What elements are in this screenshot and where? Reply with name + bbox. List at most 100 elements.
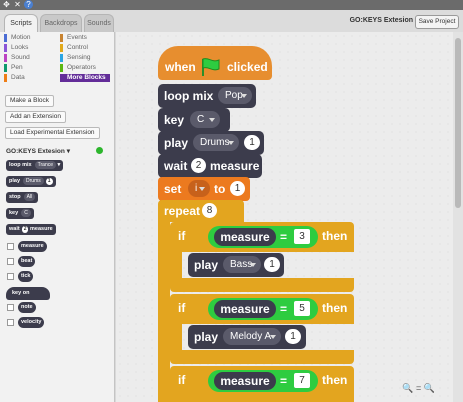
measure-reporter[interactable]: measure bbox=[214, 372, 276, 390]
number-input[interactable]: 1 bbox=[230, 181, 245, 196]
tab-backdrops[interactable]: Backdrops bbox=[40, 14, 82, 32]
wait-measure-block[interactable]: wait 2 measure bbox=[158, 154, 262, 178]
note-checkbox[interactable] bbox=[7, 304, 14, 311]
category-sound[interactable]: Sound bbox=[4, 54, 56, 62]
close-icon[interactable]: ✕ bbox=[13, 0, 22, 10]
zoom-controls: 🔍 = 🔍 bbox=[402, 383, 435, 394]
zoom-in-icon[interactable]: 🔍 bbox=[424, 383, 435, 393]
instrument-dropdown[interactable]: Bass bbox=[223, 256, 261, 273]
instrument-dropdown[interactable]: Drums bbox=[193, 134, 239, 151]
palette-reporter-note[interactable]: note bbox=[18, 302, 36, 313]
category-control[interactable]: Control bbox=[60, 44, 110, 52]
block-label: play bbox=[194, 258, 219, 272]
chevron-down-icon bbox=[209, 118, 215, 122]
set-variable-block[interactable]: set i to 1 bbox=[158, 177, 250, 201]
if-block[interactable]: if measure = 7 then bbox=[170, 366, 354, 402]
instrument-dropdown[interactable]: Drums bbox=[23, 177, 44, 185]
number-input[interactable]: 8 bbox=[202, 203, 217, 218]
if-block[interactable]: if measure = 5 then bbox=[170, 294, 354, 324]
block-label: clicked bbox=[227, 60, 268, 74]
category-motion[interactable]: Motion bbox=[4, 34, 56, 42]
key-dropdown[interactable]: C bbox=[21, 209, 31, 217]
palette-block-play[interactable]: play Drums 1 bbox=[6, 176, 56, 187]
make-block-button[interactable]: Make a Block bbox=[5, 95, 55, 107]
block-label: wait bbox=[164, 159, 188, 173]
save-project-button[interactable]: Save Project bbox=[415, 15, 459, 29]
block-label: when bbox=[165, 60, 196, 74]
play-block[interactable]: play Drums 1 bbox=[158, 131, 264, 155]
category-events[interactable]: Events bbox=[60, 34, 110, 42]
block-palette: Motion Events Looks Control Sound Sensin… bbox=[0, 32, 115, 402]
palette-reporter-beat[interactable]: beat bbox=[18, 256, 36, 267]
key-block[interactable]: key C bbox=[158, 108, 230, 132]
category-sensing[interactable]: Sensing bbox=[60, 54, 110, 62]
instrument-dropdown[interactable]: Melody A bbox=[223, 328, 281, 345]
number-input[interactable]: 1 bbox=[285, 329, 301, 344]
stop-dropdown[interactable]: All bbox=[23, 193, 36, 201]
category-more-blocks[interactable]: More Blocks bbox=[60, 74, 110, 82]
green-flag-icon bbox=[202, 58, 220, 76]
load-experimental-extension-button[interactable]: Load Experimental Extension bbox=[5, 127, 100, 139]
play-block[interactable]: play Bass 1 bbox=[188, 253, 284, 277]
palette-block-loop-mix[interactable]: loop mix Trance ▾ bbox=[6, 160, 64, 171]
mix-dropdown[interactable]: Trance bbox=[34, 161, 57, 169]
tab-sounds[interactable]: Sounds bbox=[84, 14, 114, 32]
number-input[interactable]: 1 bbox=[45, 178, 53, 185]
measure-checkbox[interactable] bbox=[7, 243, 14, 250]
variable-dropdown[interactable]: i bbox=[188, 180, 210, 197]
equals-operator[interactable]: measure = 3 bbox=[208, 226, 318, 248]
vertical-scrollbar[interactable] bbox=[453, 32, 463, 402]
when-flag-clicked-block[interactable]: when clicked bbox=[158, 46, 272, 80]
number-input[interactable]: 2 bbox=[21, 226, 29, 233]
zoom-out-icon[interactable]: 🔍 bbox=[402, 383, 413, 393]
extension-header[interactable]: GO:KEYS Extesion ▾ bbox=[6, 147, 70, 155]
move-icon[interactable]: ✥ bbox=[2, 0, 11, 10]
scratch-editor: ✥ ✕ ? Scripts Backdrops Sounds GO:KEYS E… bbox=[0, 0, 463, 402]
tick-checkbox[interactable] bbox=[7, 273, 14, 280]
number-input[interactable]: 2 bbox=[191, 158, 206, 173]
palette-reporter-measure[interactable]: measure bbox=[18, 241, 47, 252]
scrollbar-thumb[interactable] bbox=[455, 38, 461, 208]
palette-hat-key-on[interactable]: key on bbox=[6, 287, 50, 300]
palette-block-stop[interactable]: stop All bbox=[6, 192, 39, 203]
equals-operator[interactable]: measure = 5 bbox=[208, 298, 318, 320]
beat-checkbox[interactable] bbox=[7, 258, 14, 265]
project-title: GO:KEYS Extesion bbox=[349, 17, 413, 24]
loop-mix-block[interactable]: loop mix Pop bbox=[158, 84, 256, 108]
repeat-block[interactable]: repeat 8 bbox=[158, 200, 244, 222]
block-label: set bbox=[164, 182, 182, 196]
key-dropdown[interactable]: C bbox=[190, 111, 220, 128]
category-data[interactable]: Data bbox=[4, 74, 56, 82]
operator-symbol: = bbox=[280, 302, 288, 316]
if-block[interactable]: if measure = 3 then bbox=[170, 222, 354, 252]
category-pen[interactable]: Pen bbox=[4, 64, 56, 72]
measure-reporter[interactable]: measure bbox=[214, 228, 276, 246]
palette-block-wait[interactable]: wait 2 measure bbox=[6, 224, 56, 235]
number-input[interactable]: 5 bbox=[294, 301, 310, 316]
block-label: then bbox=[322, 229, 348, 243]
chevron-down-icon[interactable]: ▾ bbox=[67, 148, 70, 155]
add-extension-button[interactable]: Add an Extension bbox=[5, 111, 66, 123]
palette-block-key[interactable]: key C bbox=[6, 208, 34, 219]
zoom-reset-icon[interactable]: = bbox=[416, 383, 421, 393]
category-operators[interactable]: Operators bbox=[60, 64, 110, 72]
tab-scripts[interactable]: Scripts bbox=[4, 14, 38, 32]
block-label: loop mix bbox=[164, 89, 214, 103]
velocity-checkbox[interactable] bbox=[7, 319, 14, 326]
number-input[interactable]: 1 bbox=[264, 257, 280, 272]
equals-operator[interactable]: measure = 7 bbox=[208, 370, 318, 392]
category-looks[interactable]: Looks bbox=[4, 44, 56, 52]
number-input[interactable]: 1 bbox=[244, 135, 260, 150]
mix-dropdown[interactable]: Pop bbox=[218, 87, 252, 104]
help-icon[interactable]: ? bbox=[24, 0, 33, 9]
scripts-area[interactable]: when clicked loop mix Pop key C play Dru… bbox=[116, 32, 453, 402]
play-block[interactable]: play Melody A 1 bbox=[188, 325, 306, 349]
block-label: play bbox=[164, 136, 189, 150]
palette-reporter-velocity[interactable]: velocity bbox=[18, 317, 45, 328]
block-label: play bbox=[9, 178, 21, 184]
measure-reporter[interactable]: measure bbox=[214, 300, 276, 318]
number-input[interactable]: 7 bbox=[294, 373, 310, 388]
dropdown-value: Drums bbox=[200, 137, 230, 148]
palette-reporter-tick[interactable]: tick bbox=[18, 271, 34, 282]
number-input[interactable]: 3 bbox=[294, 229, 310, 244]
